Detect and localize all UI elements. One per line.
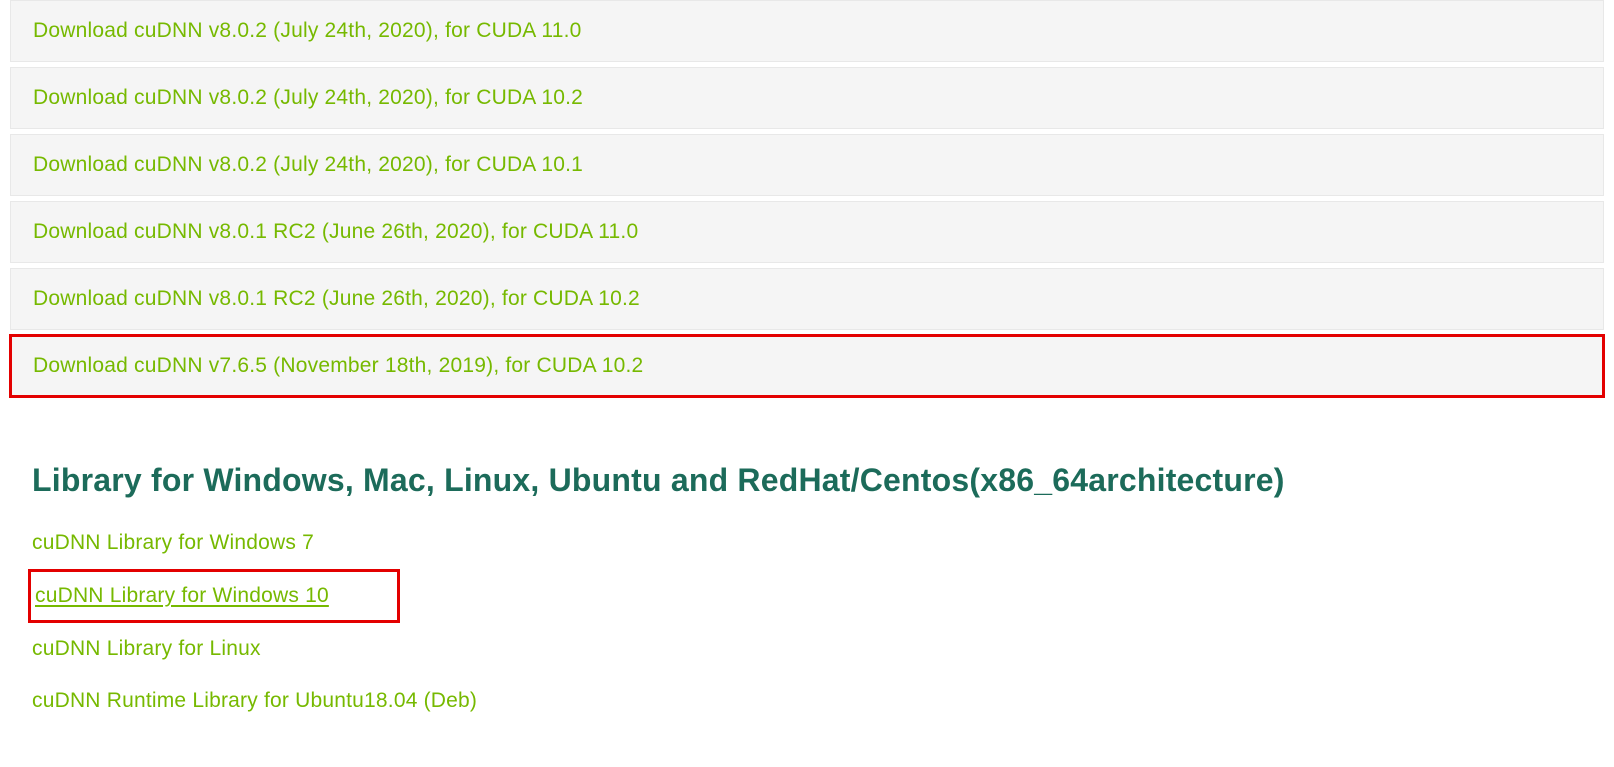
download-link-windows10[interactable]: cuDNN Library for Windows 10 — [31, 574, 389, 618]
section-heading-library-platforms: Library for Windows, Mac, Linux, Ubuntu … — [32, 462, 1582, 499]
accordion-item-cudnn-8.0.1rc2-cuda10.2[interactable]: Download cuDNN v8.0.1 RC2 (June 26th, 20… — [10, 268, 1604, 330]
download-link-linux[interactable]: cuDNN Library for Linux — [32, 623, 261, 675]
accordion-item-cudnn-8.0.2-cuda10.2[interactable]: Download cuDNN v8.0.2 (July 24th, 2020),… — [10, 67, 1604, 129]
highlight-box-windows10: cuDNN Library for Windows 10 — [28, 569, 400, 623]
accordion-item-cudnn-8.0.2-cuda10.1[interactable]: Download cuDNN v8.0.2 (July 24th, 2020),… — [10, 134, 1604, 196]
accordion-item-cudnn-7.6.5-cuda10.2[interactable]: Download cuDNN v7.6.5 (November 18th, 20… — [10, 335, 1604, 397]
accordion-list: Download cuDNN v8.0.2 (July 24th, 2020),… — [0, 0, 1614, 737]
expanded-panel: Library for Windows, Mac, Linux, Ubuntu … — [10, 402, 1604, 737]
accordion-item-cudnn-8.0.1rc2-cuda11.0[interactable]: Download cuDNN v8.0.1 RC2 (June 26th, 20… — [10, 201, 1604, 263]
download-link-windows7[interactable]: cuDNN Library for Windows 7 — [32, 517, 314, 569]
download-link-ubuntu1804-runtime-deb[interactable]: cuDNN Runtime Library for Ubuntu18.04 (D… — [32, 675, 477, 727]
accordion-item-cudnn-8.0.2-cuda11.0[interactable]: Download cuDNN v8.0.2 (July 24th, 2020),… — [10, 0, 1604, 62]
